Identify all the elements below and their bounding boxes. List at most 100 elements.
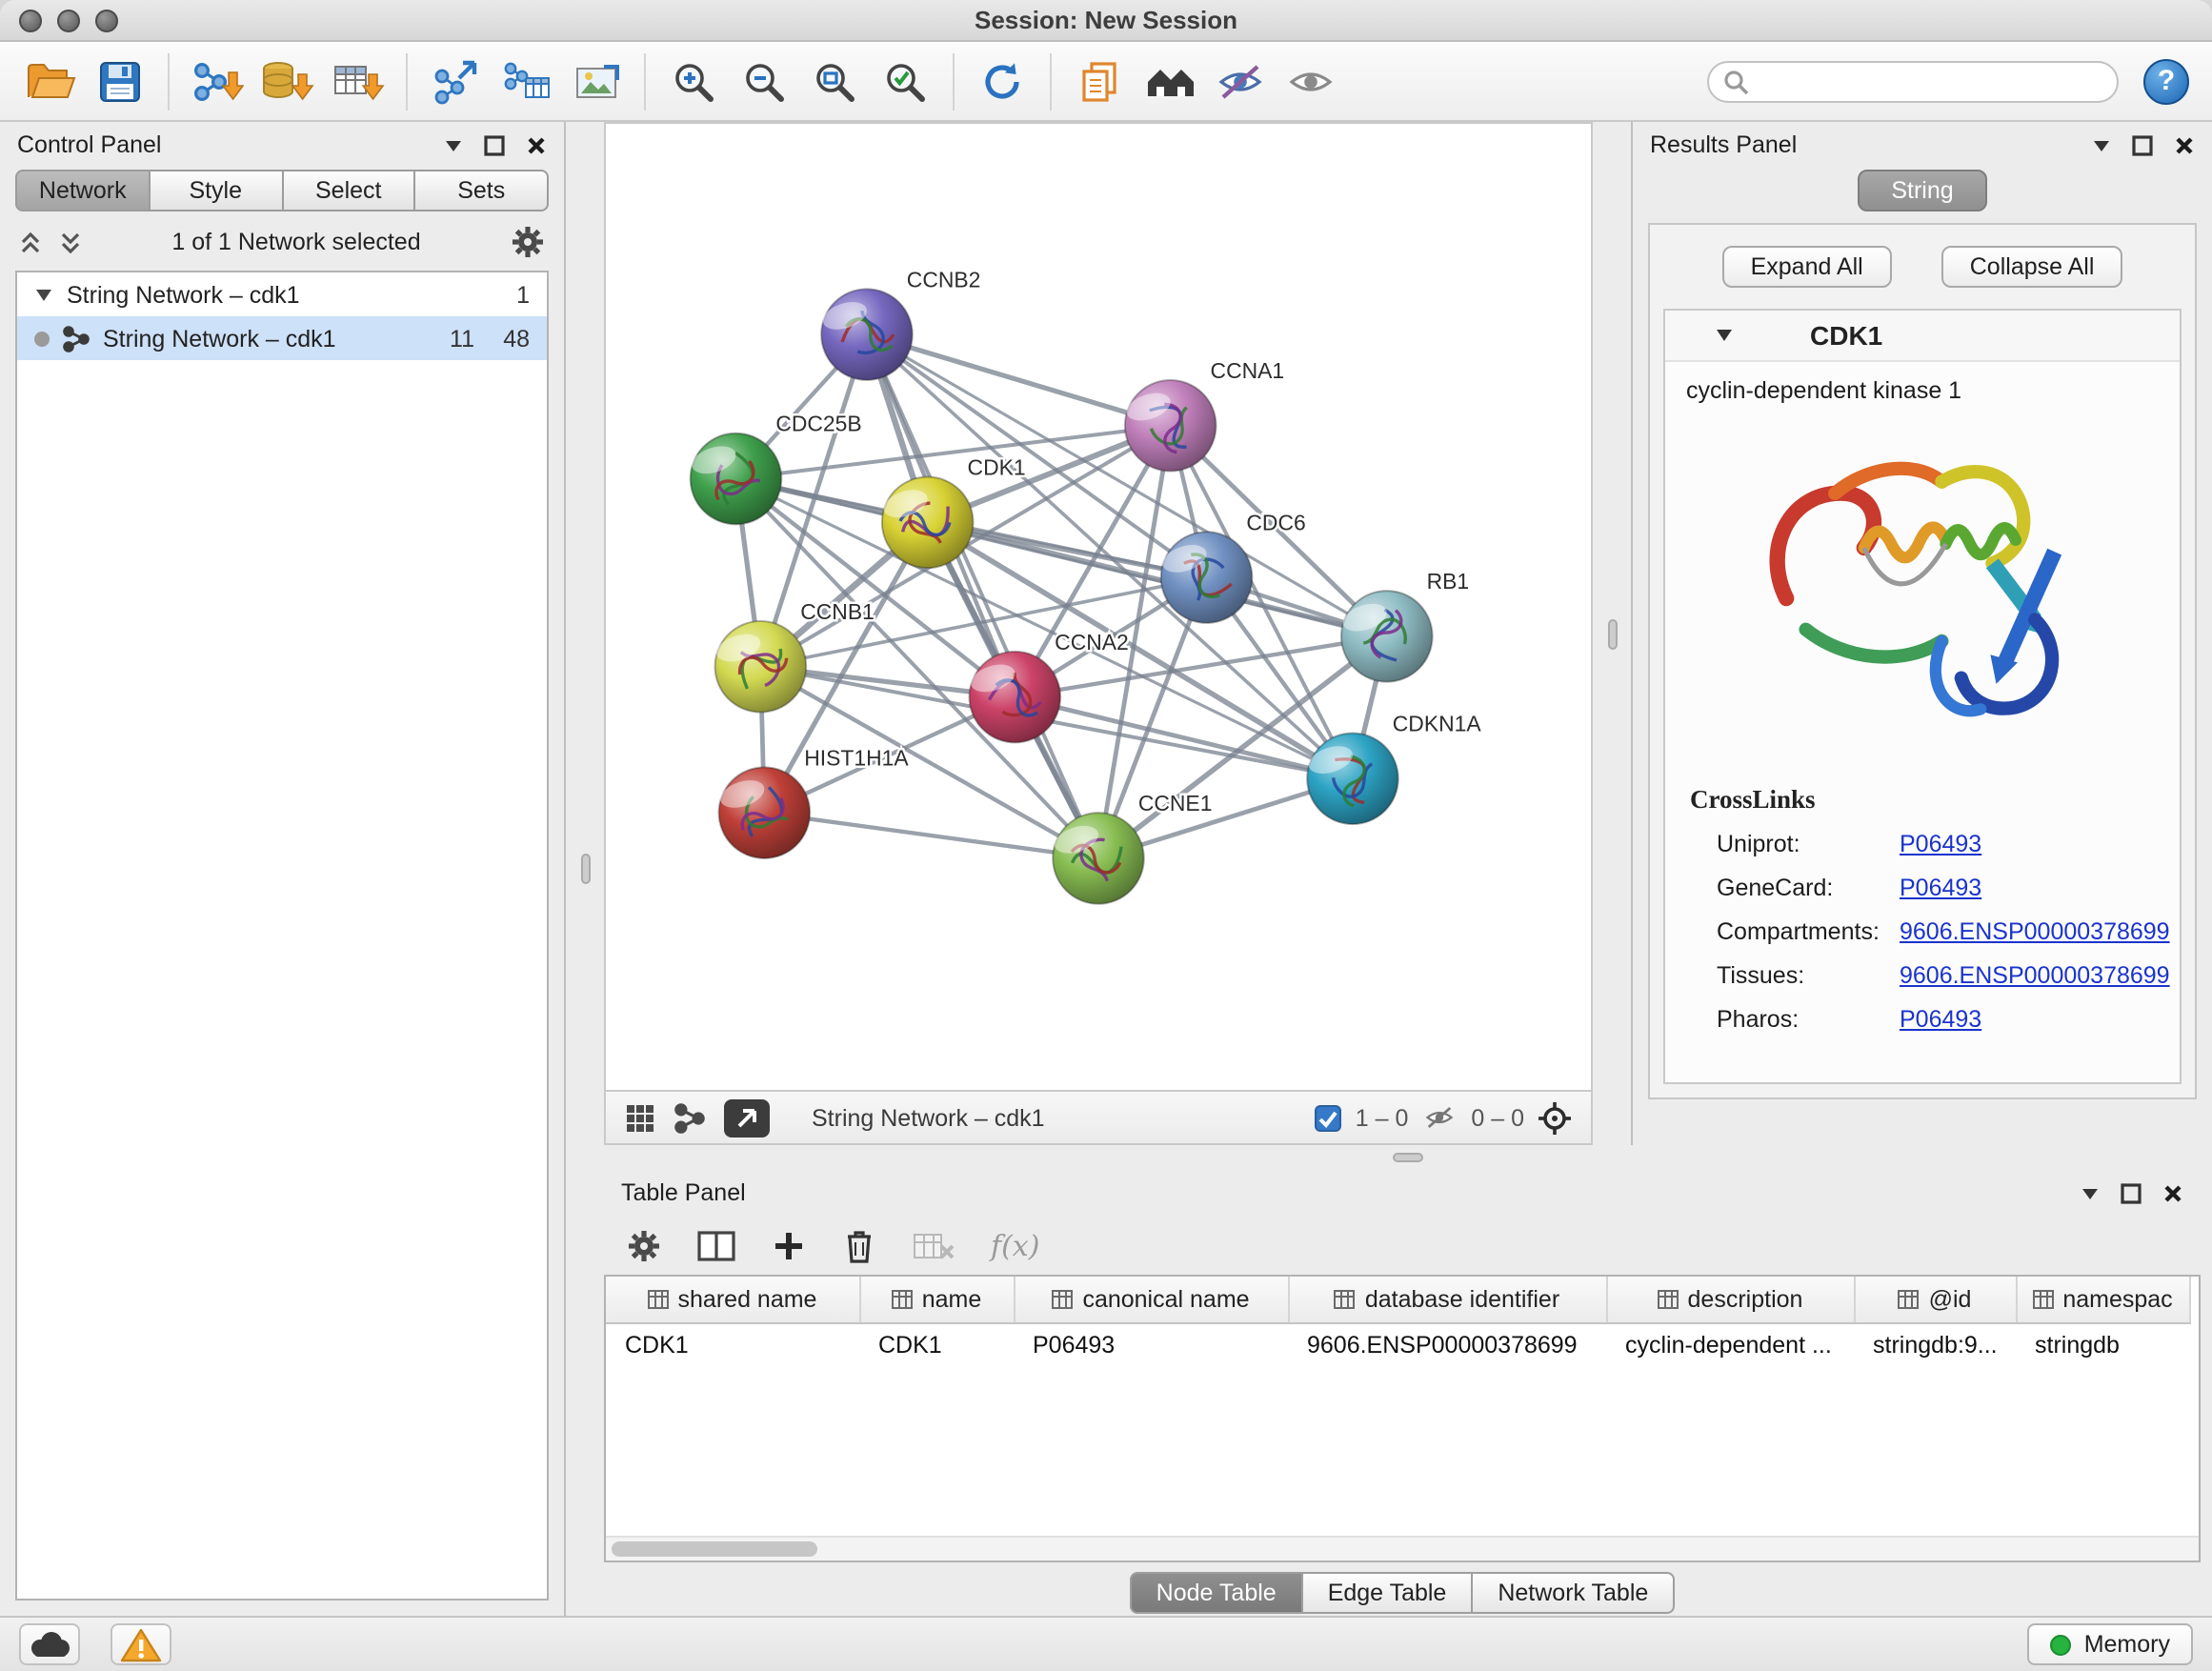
panel-float-icon[interactable] [2121,1182,2142,1203]
import-network-button[interactable] [183,47,251,115]
show-graphics-details-button[interactable] [1277,47,1345,115]
network-node-cdk1[interactable] [880,477,974,569]
network-node-hist1h1a[interactable] [716,767,810,858]
column-header-description[interactable]: description [1606,1277,1854,1322]
table-cell[interactable]: CDK1 [859,1322,1014,1366]
network-edge-ccnb2-ccna1[interactable] [867,334,1171,426]
copy-document-button[interactable] [1065,47,1134,115]
table-settings-gear-icon[interactable] [627,1228,661,1262]
apply-layout-button[interactable] [968,47,1036,115]
table-cell[interactable]: 9606.ENSP00000378699 [1288,1322,1606,1366]
network-edge-hist1h1a-ccne1[interactable] [764,813,1098,858]
tab-style[interactable]: Style [151,170,284,211]
selected-checkbox-icon[interactable] [1316,1104,1342,1131]
collapse-all-networks-icon[interactable] [19,230,42,254]
right-splitter[interactable] [1593,122,1631,1145]
network-row[interactable]: String Network – cdk1 11 48 [17,316,547,360]
network-node-ccne1[interactable] [1051,813,1144,904]
network-collection-row[interactable]: String Network – cdk1 1 [17,272,547,316]
tab-sets[interactable]: Sets [416,170,550,211]
network-edge-ccnb2-ccne1[interactable] [867,334,1098,858]
table-cell[interactable]: CDK1 [606,1322,859,1366]
collection-caret-icon[interactable] [34,287,53,302]
network-node-ccnb1[interactable] [714,621,807,713]
table-splitter[interactable] [604,1145,2212,1170]
network-node-ccnb2[interactable] [819,289,913,380]
import-network-from-database-button[interactable] [253,47,322,115]
table-cell[interactable]: P06493 [1014,1322,1288,1366]
crosslink-link[interactable]: 9606.ENSP00000378699 [1900,918,2170,945]
grid-view-icon[interactable] [625,1102,655,1133]
zoom-out-button[interactable] [730,47,798,115]
panel-menu-icon[interactable] [2081,1186,2100,1199]
expand-all-networks-icon[interactable] [59,230,82,254]
crosslink-link[interactable]: 9606.ENSP00000378699 [1900,962,2170,989]
network-node-cdc25b[interactable] [689,433,782,525]
help-button[interactable]: ? [2143,58,2189,104]
column-header-name[interactable]: name [859,1277,1014,1322]
hide-graphics-details-button[interactable] [1206,47,1275,115]
splitter-handle[interactable] [1393,1153,1423,1162]
zoom-selected-button[interactable] [871,47,939,115]
tab-network-table[interactable]: Network Table [1473,1571,1675,1613]
add-column-icon[interactable] [772,1228,806,1262]
column-header-database-identifier[interactable]: database identifier [1288,1277,1606,1322]
panel-float-icon[interactable] [2132,134,2153,155]
network-overview-icon[interactable] [674,1102,705,1133]
expand-all-button[interactable]: Expand All [1722,246,1892,288]
delete-column-icon[interactable] [842,1226,876,1264]
open-session-button[interactable] [15,47,84,115]
panel-float-icon[interactable] [484,134,505,155]
memory-button[interactable]: Memory [2027,1623,2193,1665]
import-table-button[interactable] [324,47,392,115]
column-header-shared-name[interactable]: shared name [606,1277,859,1322]
gene-section-header[interactable]: CDK1 [1665,311,2180,362]
export-image-button[interactable] [562,47,631,115]
crosslink-link[interactable]: P06493 [1900,875,1981,901]
network-options-gear-icon[interactable] [511,225,545,259]
tab-edge-table[interactable]: Edge Table [1303,1571,1474,1613]
column-header-canonical-name[interactable]: canonical name [1014,1277,1288,1322]
network-node-ccna2[interactable] [967,652,1060,743]
table-row[interactable]: CDK1CDK1P064939606.ENSP00000378699cyclin… [606,1322,2189,1366]
crosslink-link[interactable]: P06493 [1900,1006,1981,1033]
left-splitter[interactable] [566,122,604,1616]
tab-string[interactable]: String [1857,170,1987,211]
zoom-in-button[interactable] [659,47,728,115]
export-network-button[interactable] [421,47,490,115]
panel-menu-icon[interactable] [444,138,463,151]
panel-menu-icon[interactable] [2092,138,2111,151]
export-table-button[interactable] [492,47,560,115]
warnings-button[interactable] [111,1623,171,1665]
detach-view-button[interactable] [724,1098,770,1137]
zoom-window-button[interactable] [95,9,118,31]
show-columns-icon[interactable] [697,1228,735,1262]
zoom-fit-button[interactable] [800,47,869,115]
tab-select[interactable]: Select [283,170,416,211]
fit-content-crosshair-icon[interactable] [1538,1100,1572,1135]
network-node-cdkn1a[interactable] [1305,733,1398,824]
horizontal-scrollbar[interactable] [606,1536,2199,1560]
panel-close-icon[interactable] [526,134,547,155]
section-caret-icon[interactable] [1715,328,1734,343]
network-canvas[interactable]: CCNB2CCNA1CDC25BCDK1CDC6RB1CCNB1CCNA2CDK… [604,122,1593,1092]
function-builder-button[interactable]: f(x) [991,1228,1039,1262]
panel-close-icon[interactable] [2162,1182,2183,1203]
crosslink-link[interactable]: P06493 [1900,831,1981,857]
save-session-button[interactable] [86,47,154,115]
network-node-ccna1[interactable] [1123,380,1217,472]
splitter-handle[interactable] [1607,618,1617,649]
table-cell[interactable]: stringdb:9... [1854,1322,2016,1366]
scrollbar-thumb[interactable] [612,1541,817,1557]
table-cell[interactable]: cyclin-dependent ... [1606,1322,1854,1366]
network-node-cdc6[interactable] [1159,532,1253,623]
tab-network[interactable]: Network [15,170,151,211]
hidden-eye-icon[interactable] [1421,1103,1458,1132]
tab-node-table[interactable]: Node Table [1130,1571,1303,1613]
ndex-button[interactable] [1136,47,1204,115]
search-input[interactable] [1707,60,2119,102]
network-node-rb1[interactable] [1339,591,1433,682]
network-graph[interactable]: CCNB2CCNA1CDC25BCDK1CDC6RB1CCNB1CCNA2CDK… [606,124,1591,1090]
cloud-status-button[interactable] [19,1623,80,1665]
splitter-handle[interactable] [580,854,590,884]
